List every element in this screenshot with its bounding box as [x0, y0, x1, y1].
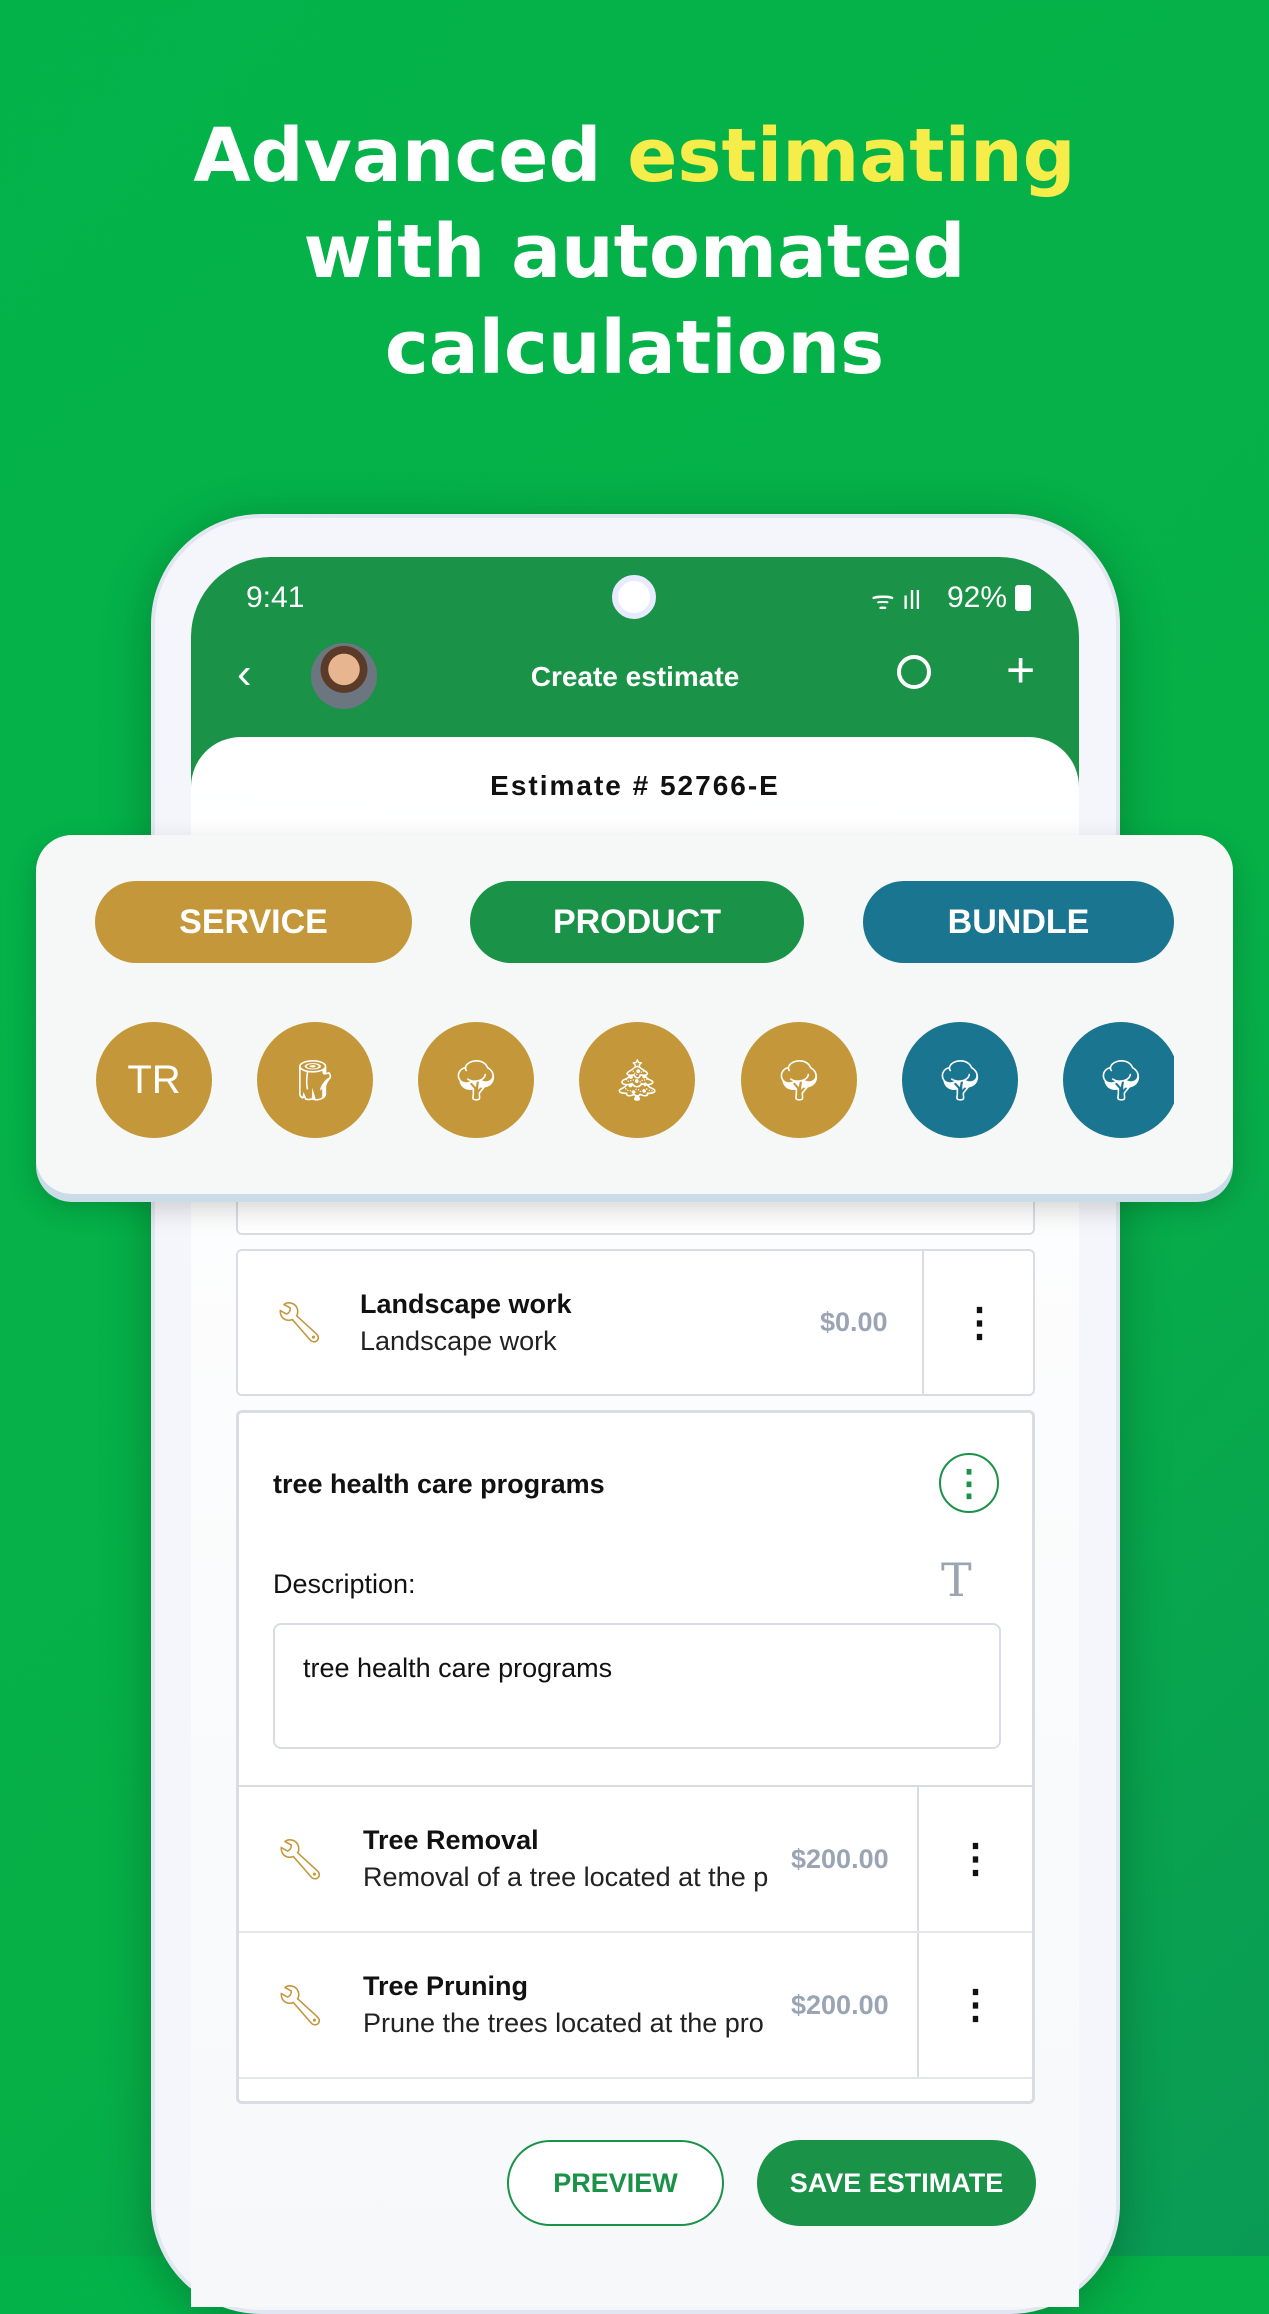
save-estimate-button[interactable]: SAVE ESTIMATE — [757, 2140, 1036, 2226]
category-panel: SERVICE PRODUCT BUNDLE TR 🪵︎ 🌳︎ 🎄︎ 🌳︎ 🌳︎… — [36, 835, 1233, 1194]
wifi-signal-icon: ᯤ ıll — [871, 585, 921, 615]
christmas-tree-icon[interactable]: 🎄︎ — [579, 1022, 695, 1138]
quick-items: TR 🪵︎ 🌳︎ 🎄︎ 🌳︎ 🌳︎ 🌳︎ — [36, 835, 1174, 1194]
add-icon[interactable]: + — [1006, 641, 1035, 699]
status-time: 9:41 — [246, 581, 305, 614]
item-price: $200.00 — [791, 1843, 889, 1874]
item-description: Landscape work — [360, 1325, 557, 1356]
page-title: Create estimate — [530, 661, 740, 692]
camera-icon — [612, 575, 656, 619]
quick-item-tr[interactable]: TR — [96, 1022, 212, 1138]
more-menu-icon[interactable]: ⋮ — [917, 1933, 1032, 2077]
item-title: Tree Removal — [363, 1825, 539, 1855]
item-title: Landscape work — [360, 1288, 572, 1319]
preview-button[interactable]: PREVIEW — [507, 2140, 724, 2226]
text-format-icon[interactable]: T — [941, 1553, 972, 1607]
estimate-number: Estimate # 52766-E — [490, 770, 780, 801]
group-items: 🔧︎ Tree Removal Removal of a tree located… — [239, 1785, 1032, 2105]
item-price: $0.00 — [820, 1307, 888, 1337]
description-input[interactable]: tree health care programs — [273, 1623, 1001, 1749]
item-price: $200.00 — [791, 1989, 889, 2020]
wrench-icon: 🔧︎ — [274, 1301, 325, 1345]
tree-planting-icon[interactable]: 🌳︎ — [418, 1022, 534, 1138]
more-menu-icon[interactable]: ⋮ — [922, 1251, 1035, 1394]
battery-icon — [1015, 585, 1031, 611]
headline-text: Advanced — [193, 113, 628, 199]
battery-level: 92% — [947, 581, 1008, 614]
group-title: tree health care programs — [273, 1469, 605, 1499]
stump-icon[interactable]: 🪵︎ — [257, 1022, 373, 1138]
wrench-icon: 🔧︎ — [275, 1837, 326, 1882]
wrench-icon: 🔧︎ — [275, 1983, 326, 2028]
headline-highlight: estimating — [627, 113, 1076, 199]
search-icon[interactable] — [897, 655, 931, 689]
headline: Advanced estimating with automated calcu… — [0, 108, 1269, 396]
item-description: Removal of a tree located at the p — [363, 1862, 769, 1892]
group-item[interactable]: 🔧︎ Tree Pruning Prune the trees located a… — [239, 1933, 1032, 2079]
item-title: Tree Pruning — [363, 1971, 529, 2001]
more-menu-icon[interactable]: ⋮ — [917, 1787, 1032, 1931]
headline-line3: calculations — [384, 305, 885, 391]
tree-cutting-icon[interactable]: 🌳︎ — [1063, 1022, 1174, 1138]
group-item[interactable]: 🔧︎ Tree Removal Removal of a tree located… — [239, 1787, 1032, 1933]
tree-pruning-icon[interactable]: 🌳︎ — [741, 1022, 857, 1138]
headline-line2: with automated — [303, 209, 966, 295]
tree-planting-icon[interactable]: 🌳︎ — [902, 1022, 1018, 1138]
list-item[interactable]: 🔧︎ Landscape work Landscape work $0.00 ⋮ — [236, 1249, 1035, 1396]
description-label: Description: — [273, 1569, 416, 1599]
group-card: tree health care programs ⋮ Description:… — [236, 1410, 1035, 2104]
group-menu-icon[interactable]: ⋮ — [939, 1453, 999, 1513]
item-description: Prune the trees located at the pro — [363, 2008, 764, 2038]
